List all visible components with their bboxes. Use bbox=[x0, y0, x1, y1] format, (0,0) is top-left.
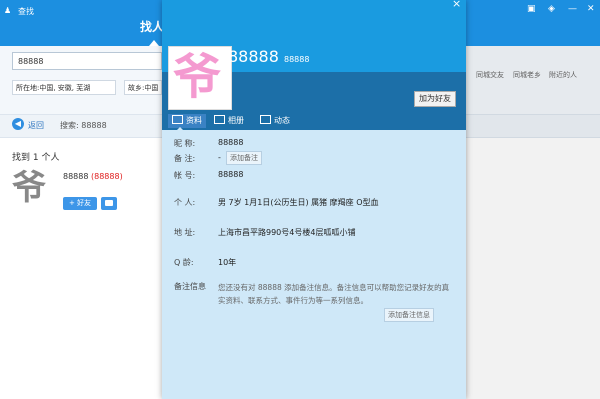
location-filter[interactable]: 所在地:中国, 安徽, 芜湖 bbox=[12, 80, 116, 95]
age-label: Q 龄: bbox=[174, 258, 194, 267]
chat-bubble-icon bbox=[105, 200, 113, 206]
hometown-filter[interactable]: 故乡:中国 bbox=[124, 80, 162, 95]
tab-album[interactable]: 相册 bbox=[214, 114, 244, 128]
message-button[interactable] bbox=[101, 197, 117, 210]
tab-feed-label: 动态 bbox=[274, 116, 290, 125]
address-label: 地 址: bbox=[174, 228, 196, 237]
profile-card: × 爷 88888 88888 加为好友 资料 相册 动态 昵 称: 88888… bbox=[162, 0, 466, 399]
account-label: 帐 号: bbox=[174, 171, 196, 180]
card-close-icon[interactable]: × bbox=[452, 0, 461, 10]
nickname-value: 88888 bbox=[218, 138, 244, 147]
overlay-shade bbox=[466, 46, 600, 399]
result-avatar[interactable]: 爷 bbox=[12, 168, 46, 208]
add-friend-button[interactable]: + 好友 bbox=[63, 197, 97, 210]
close-icon[interactable]: ✕ bbox=[587, 4, 595, 14]
result-name[interactable]: 88888 (88888) bbox=[63, 172, 123, 181]
add-notes-button[interactable]: 添加备注信息 bbox=[384, 308, 434, 322]
tab-album-label: 相册 bbox=[228, 116, 244, 125]
qq-icon: ♟ bbox=[4, 6, 12, 15]
tab-pointer bbox=[176, 127, 184, 131]
minimize-icon[interactable]: — bbox=[568, 4, 577, 14]
back-arrow-icon[interactable]: ◀ bbox=[12, 118, 24, 130]
search-keyword: 搜索: 88888 bbox=[60, 121, 107, 130]
age-value: 10年 bbox=[218, 258, 237, 267]
add-friend-card-button[interactable]: 加为好友 bbox=[414, 91, 456, 107]
tab-profile[interactable]: 资料 bbox=[168, 114, 206, 128]
album-icon bbox=[214, 115, 225, 124]
profile-card-icon bbox=[172, 115, 183, 124]
search-input[interactable]: 88888 bbox=[12, 52, 162, 70]
account-value: 88888 bbox=[218, 170, 244, 179]
personal-value: 男 7岁 1月1日(公历生日) 属猪 摩羯座 O型血 bbox=[218, 198, 379, 207]
result-count: 找到 1 个人 bbox=[12, 153, 60, 163]
profile-number: 88888 bbox=[284, 55, 310, 64]
menu-icon[interactable]: ▣ bbox=[527, 4, 536, 14]
personal-label: 个 人: bbox=[174, 198, 196, 207]
window-title: 查找 bbox=[18, 7, 34, 16]
add-remark-button[interactable]: 添加备注 bbox=[226, 151, 262, 165]
nickname-label: 昵 称: bbox=[174, 139, 196, 148]
avatar-glyph: 爷 bbox=[173, 49, 222, 105]
list-icon bbox=[260, 115, 271, 124]
notes-text: 您还没有对 88888 添加备注信息。备注信息可以帮助您记录好友的真实资料、联系… bbox=[218, 283, 450, 305]
tab-find-people[interactable]: 找人 bbox=[140, 18, 164, 35]
remark-label: 备 注: bbox=[174, 154, 196, 163]
result-number: (88888) bbox=[91, 172, 123, 181]
tab-profile-label: 资料 bbox=[186, 116, 202, 125]
address-value: 上海市昌平路990号4号楼4层呱呱小铺 bbox=[218, 228, 356, 237]
remark-value: - bbox=[218, 153, 221, 162]
back-button[interactable]: 返回 bbox=[28, 120, 44, 131]
result-nickname: 88888 bbox=[63, 172, 89, 181]
profile-avatar[interactable]: 爷 bbox=[168, 46, 232, 110]
profile-name: 88888 bbox=[228, 47, 279, 66]
tab-feed[interactable]: 动态 bbox=[260, 114, 290, 128]
skin-icon[interactable]: ◈ bbox=[548, 4, 555, 14]
card-tabs bbox=[162, 112, 466, 130]
notes-label: 备注信息 bbox=[174, 282, 206, 291]
